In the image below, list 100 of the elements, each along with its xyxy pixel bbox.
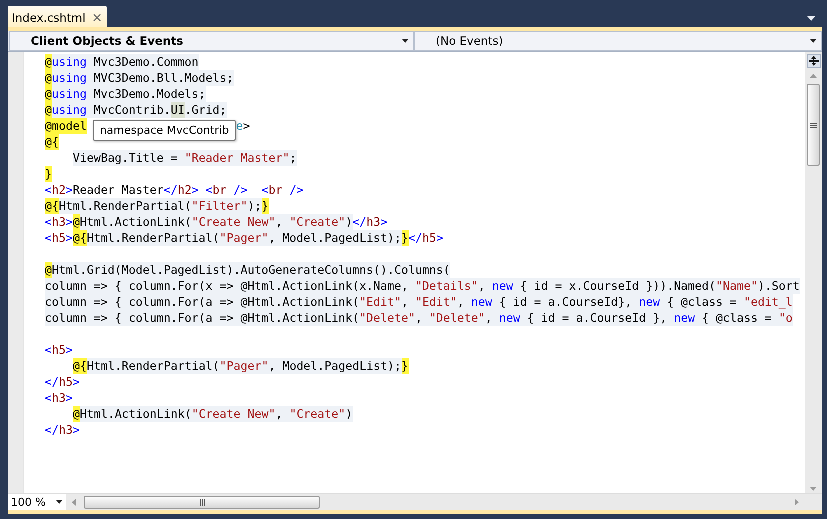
- code-text: Html.RenderPartial(: [58, 198, 192, 214]
- string-literal: "Reader Master": [184, 150, 290, 166]
- code-text: { id = a.CourseId },: [520, 310, 674, 326]
- tag-bracket: <: [45, 390, 52, 406]
- code-text: ).Sort: [758, 278, 800, 294]
- tag-name: br: [212, 182, 227, 198]
- code-text: Mvc3Demo.Models;: [86, 86, 206, 102]
- code-keyword: using: [52, 70, 87, 86]
- code-text: ,: [276, 214, 290, 230]
- scroll-thumb[interactable]: [84, 496, 320, 508]
- tag-bracket: >: [436, 230, 444, 246]
- tag-name: h2: [52, 182, 66, 198]
- string-literal: "Edit": [360, 294, 402, 310]
- razor-marker: @{: [45, 198, 59, 214]
- string-literal: "Filter": [192, 198, 248, 214]
- razor-marker: @{: [72, 230, 87, 246]
- code-text: , Model.PagedList);: [268, 358, 402, 374]
- type-name: e: [236, 118, 244, 134]
- tag-name: h5: [52, 342, 66, 358]
- razor-marker: @: [72, 214, 80, 230]
- code-text: Reader Master: [72, 182, 164, 198]
- code-text: Html.RenderPartial(: [86, 230, 220, 246]
- splitter-icon[interactable]: [806, 54, 820, 68]
- code-text: Html.RenderPartial(: [86, 358, 220, 374]
- code-keyword: new: [499, 310, 520, 326]
- code-text: Html.ActionLink(: [80, 406, 192, 422]
- string-literal: "Delete": [429, 310, 486, 326]
- tag-name: br: [268, 182, 283, 198]
- tag-bracket: <: [45, 342, 52, 358]
- code-text: >: [243, 118, 250, 134]
- zoom-dropdown[interactable]: 100 %: [8, 494, 66, 510]
- code-keyword: using: [52, 86, 87, 102]
- code-text: column => { column.For(a => @Html.ActionLink(: [45, 294, 360, 310]
- string-literal: "edit_l: [744, 294, 793, 310]
- string-literal: "Name": [716, 278, 758, 294]
- tag-bracket: >: [66, 214, 73, 230]
- code-keyword: using: [52, 54, 87, 70]
- razor-marker: @: [45, 102, 52, 118]
- tag-bracket: <: [45, 214, 52, 230]
- razor-marker: @: [45, 262, 52, 278]
- code-keyword: using: [52, 102, 87, 118]
- document-tab[interactable]: Index.cshtml ×: [8, 6, 107, 27]
- code-text: , Model.PagedList);: [268, 230, 402, 246]
- scroll-right-icon[interactable]: [795, 498, 799, 506]
- code-text: Mvc3Demo.Common: [86, 54, 199, 70]
- string-literal: "Create": [290, 214, 346, 230]
- tag-bracket: >: [66, 182, 73, 198]
- code-text: .Grid;: [184, 102, 227, 118]
- code-text: MvcContrib.: [86, 102, 171, 118]
- code-keyword: new: [639, 294, 660, 310]
- tag-bracket: </: [164, 182, 178, 198]
- code-text: column => { column.For(a => @Html.ActionLink(: [45, 310, 360, 326]
- vertical-scrollbar[interactable]: [805, 52, 822, 493]
- string-literal: "Create": [290, 406, 346, 422]
- razor-marker: @: [45, 54, 52, 70]
- string-literal: "Create New": [192, 406, 276, 422]
- code-text: { id = a.CourseId},: [492, 294, 640, 310]
- tag-bracket: >: [66, 390, 73, 406]
- code-text: Html.ActionLink(: [80, 214, 192, 230]
- code-text: );: [248, 198, 262, 214]
- tab-title: Index.cshtml: [12, 11, 86, 25]
- code-text: ViewBag.Title =: [73, 150, 185, 166]
- code-keyword: new: [674, 310, 696, 326]
- tag-bracket: > <: [192, 182, 213, 198]
- code-text: ,: [276, 406, 290, 422]
- dropdown-icon[interactable]: [807, 16, 816, 21]
- code-text: MVC3Demo.Bll.Models;: [86, 70, 234, 86]
- string-literal: "o: [778, 310, 793, 326]
- scroll-up-icon[interactable]: [810, 74, 817, 78]
- close-icon[interactable]: ×: [92, 12, 103, 24]
- tag-bracket: >: [380, 214, 388, 230]
- tag-bracket: >: [72, 422, 80, 438]
- string-literal: "Pager": [220, 230, 269, 246]
- code-text: ,: [485, 310, 500, 326]
- razor-marker: @: [45, 70, 52, 86]
- scroll-left-icon[interactable]: [72, 498, 76, 506]
- code-text: ,: [478, 278, 492, 294]
- code-text: { id = x.CourseId })).Named(: [513, 278, 716, 294]
- caret-icon: [402, 39, 409, 43]
- tag-name: h5: [58, 374, 73, 390]
- code-keyword: new: [492, 278, 514, 294]
- razor-marker: }: [45, 166, 52, 182]
- tag-bracket: <: [45, 182, 52, 198]
- string-literal: "Details": [415, 278, 478, 294]
- string-literal: "Edit": [415, 294, 458, 310]
- tag-name: h3: [52, 390, 66, 406]
- tooltip: namespace MvcContrib: [92, 120, 236, 140]
- tag-name: h3: [58, 422, 73, 438]
- scroll-thumb[interactable]: [807, 84, 820, 166]
- code-text: ,: [415, 310, 430, 326]
- string-literal: "Create New": [192, 214, 276, 230]
- code-text: { @class =: [660, 294, 744, 310]
- objects-dropdown[interactable]: Client Objects & Events: [9, 31, 414, 51]
- tag-bracket: >: [66, 230, 73, 246]
- tag-bracket: <: [45, 230, 52, 246]
- tag-name: h2: [178, 182, 192, 198]
- events-dropdown[interactable]: (No Events): [414, 31, 822, 51]
- scroll-down-icon[interactable]: [810, 487, 817, 491]
- tag-bracket: >: [66, 342, 73, 358]
- code-text: { @class =: [695, 310, 779, 326]
